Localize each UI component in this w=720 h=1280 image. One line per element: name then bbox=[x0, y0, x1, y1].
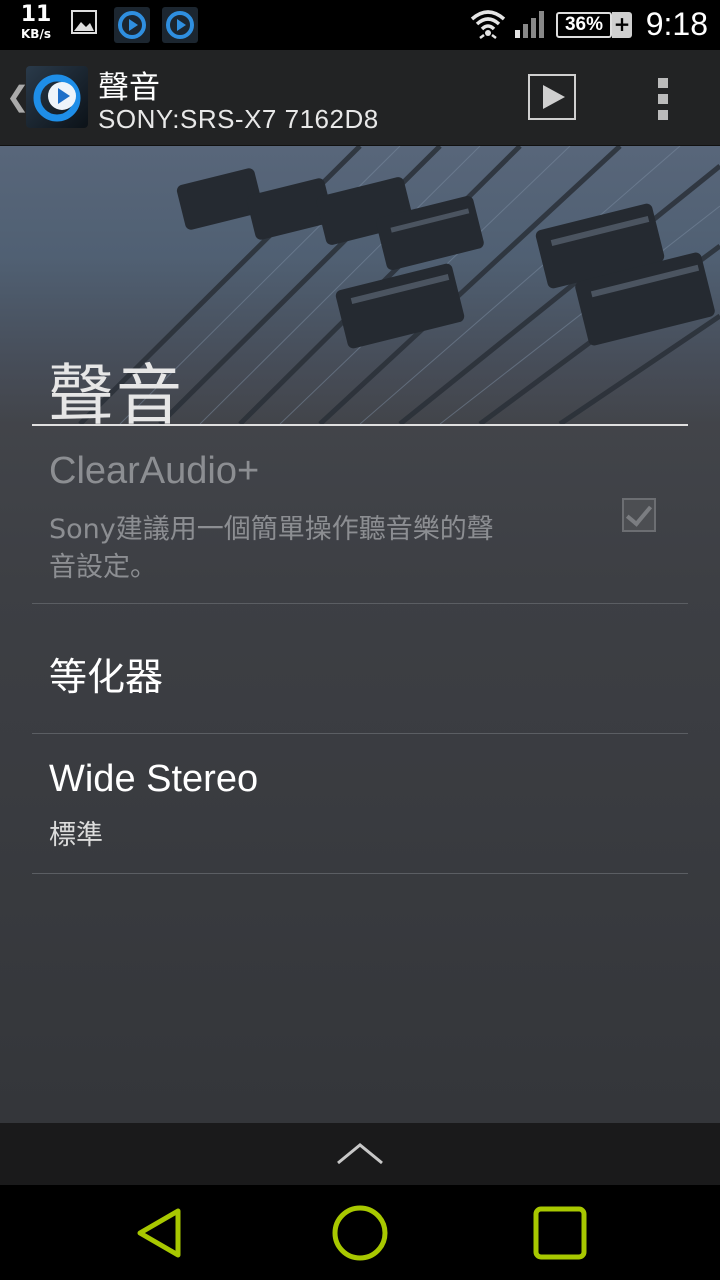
settings-content[interactable]: 聲音 ClearAudio+ Sony建議用一個簡單操作聽音樂的聲 音設定。 等… bbox=[0, 146, 720, 1123]
wifi-icon bbox=[470, 10, 506, 39]
recent-apps-icon[interactable] bbox=[530, 1203, 590, 1263]
app-notification-icon bbox=[162, 7, 198, 43]
app-notification-icon bbox=[114, 7, 150, 43]
app-logo-icon bbox=[33, 74, 81, 122]
overflow-dot bbox=[658, 110, 668, 120]
home-icon[interactable] bbox=[330, 1203, 390, 1263]
clock: 9:18 bbox=[645, 6, 708, 42]
clearaudio-summary: Sony建議用一個簡單操作聽音樂的聲 bbox=[49, 514, 494, 545]
equalizer-title: 等化器 bbox=[49, 657, 164, 699]
clearaudio-checkbox[interactable] bbox=[622, 498, 656, 532]
equalizer-preference[interactable]: 等化器 bbox=[32, 604, 688, 734]
navigation-bar bbox=[0, 1185, 720, 1280]
clearaudio-preference[interactable]: ClearAudio+ Sony建議用一個簡單操作聽音樂的聲 音設定。 bbox=[32, 426, 688, 604]
chevron-up-icon[interactable] bbox=[336, 1141, 384, 1167]
app-logo[interactable] bbox=[26, 66, 88, 128]
overflow-menu-icon[interactable] bbox=[650, 76, 678, 122]
wide-stereo-summary: 標準 bbox=[49, 820, 103, 851]
network-speed: 11 KB/s bbox=[14, 2, 58, 41]
clearaudio-summary-continued: 音設定。 bbox=[49, 552, 157, 583]
drawer-bar[interactable] bbox=[0, 1123, 720, 1185]
overflow-dot bbox=[658, 78, 668, 88]
status-bar: 11 KB/s 36% + 9:18 bbox=[0, 0, 720, 50]
throw-icon[interactable] bbox=[528, 74, 576, 120]
signal-icon bbox=[515, 11, 544, 38]
network-speed-unit: KB/s bbox=[21, 27, 51, 41]
wide-stereo-title: Wide Stereo bbox=[49, 758, 259, 800]
action-bar: ❮ 聲音 SONY:SRS-X7 7162D8 bbox=[0, 50, 720, 146]
action-bar-subtitle: SONY:SRS-X7 7162D8 bbox=[98, 104, 379, 134]
clearaudio-title: ClearAudio+ bbox=[49, 450, 260, 492]
back-icon[interactable] bbox=[132, 1203, 192, 1263]
action-bar-title: 聲音 bbox=[98, 70, 160, 106]
wide-stereo-preference[interactable]: Wide Stereo 標準 bbox=[32, 734, 688, 874]
battery-charging-icon: + bbox=[612, 12, 632, 38]
gallery-icon bbox=[71, 10, 97, 34]
overflow-dot bbox=[658, 94, 668, 104]
network-speed-value: 11 bbox=[20, 2, 52, 27]
battery-icon: 36% bbox=[556, 12, 612, 38]
